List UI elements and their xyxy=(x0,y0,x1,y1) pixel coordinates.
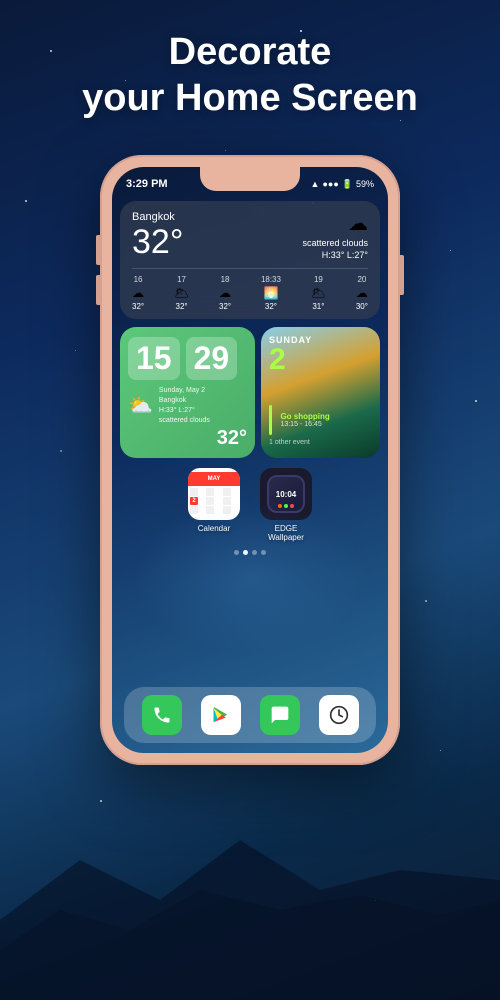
phone-notch xyxy=(200,167,300,191)
messages-svg xyxy=(270,705,290,725)
clock-high-low: H:33° L:27° xyxy=(159,406,247,416)
app-item-edge[interactable]: 10:04 EDGEWallpaper xyxy=(260,468,312,542)
phone-screen: 3:29 PM ▲ ●●● 🔋 59% Bangkok 32° ☁ scatte… xyxy=(112,167,388,753)
dock-phone-icon[interactable] xyxy=(142,695,182,735)
app-icons-row: MAY 2 Calendar xyxy=(120,468,380,542)
clock-info: Sunday, May 2 Bangkok H:33° L:27° scatte… xyxy=(159,386,247,425)
wifi-icon: ▲ xyxy=(311,179,320,189)
calendar-widget: SUNDAY 2 Go shopping 13:15 - 16:45 1 oth… xyxy=(261,327,380,458)
page-dot-2-active xyxy=(243,550,248,555)
calendar-event: Go shopping 13:15 - 16:45 xyxy=(269,405,372,435)
weather-temperature: 32° xyxy=(132,225,183,259)
forecast-item-4: 19 🌥 31° xyxy=(311,275,326,311)
clock-city: Bangkok xyxy=(159,396,247,406)
clock-minute: 29 xyxy=(186,337,238,380)
dock-messages-icon[interactable] xyxy=(260,695,300,735)
mountain-silhouette xyxy=(0,800,500,1000)
forecast-item-2: 18 ☁ 32° xyxy=(219,275,231,311)
battery-icon: 🔋 xyxy=(342,179,353,190)
phone-frame: 3:29 PM ▲ ●●● 🔋 59% Bangkok 32° ☁ scatte… xyxy=(100,155,400,765)
clock-temp-big: 32° xyxy=(128,427,247,450)
playstore-svg xyxy=(211,705,231,725)
weather-city: Bangkok xyxy=(132,211,183,223)
header-title: Decorate your Home Screen xyxy=(0,30,500,121)
header-line1: Decorate xyxy=(0,30,500,76)
calendar-icon-body: 2 xyxy=(188,486,240,516)
dock-clock-icon[interactable] xyxy=(319,695,359,735)
calendar-content: SUNDAY 2 Go shopping 13:15 - 16:45 1 oth… xyxy=(261,327,380,454)
power-button xyxy=(400,255,404,295)
header-line2: your Home Screen xyxy=(0,76,500,122)
forecast-item-1: 17 🌥 32° xyxy=(174,275,189,311)
clock-condition: scattered clouds xyxy=(159,416,247,426)
edge-app-label: EDGEWallpaper xyxy=(268,524,304,542)
weather-high-low: H:33° L:27° xyxy=(302,250,368,260)
calendar-icon-header: MAY xyxy=(188,472,240,486)
volume-down-button xyxy=(96,275,100,305)
weather-left: Bangkok 32° xyxy=(132,211,183,259)
calendar-other-events: 1 other event xyxy=(269,439,372,446)
event-bar xyxy=(269,405,272,435)
weather-forecast: 16 ☁ 32° 17 🌥 32° 18 ☁ 32° 18:33 🌅 xyxy=(132,268,368,311)
forecast-item-3: 18:33 🌅 32° xyxy=(261,275,281,311)
clock-date-line1: Sunday, May 2 xyxy=(159,386,247,396)
forecast-item-5: 20 ☁ 30° xyxy=(356,275,368,311)
clock-cloud-icon: ⛅ xyxy=(128,393,153,418)
forecast-item-0: 16 ☁ 32° xyxy=(132,275,144,311)
edge-watch: 10:04 xyxy=(267,475,305,513)
weather-widget: Bangkok 32° ☁ scattered clouds H:33° L:2… xyxy=(120,201,380,319)
phone-svg xyxy=(152,705,172,725)
widget-row: 15 29 ⛅ Sunday, May 2 Bangkok H:33° L:27… xyxy=(120,327,380,458)
page-dots xyxy=(112,550,388,555)
calendar-date-number: 2 xyxy=(269,345,372,375)
volume-up-button xyxy=(96,235,100,265)
dot-green xyxy=(284,504,288,508)
calendar-app-label: Calendar xyxy=(198,524,230,533)
dock xyxy=(124,687,376,743)
clock-weather-row: ⛅ Sunday, May 2 Bangkok H:33° L:27° scat… xyxy=(128,386,247,425)
page-dot-3 xyxy=(252,550,257,555)
clock-widget: 15 29 ⛅ Sunday, May 2 Bangkok H:33° L:27… xyxy=(120,327,255,458)
weather-condition: scattered clouds xyxy=(302,238,368,248)
edge-app-icon[interactable]: 10:04 xyxy=(260,468,312,520)
status-time: 3:29 PM xyxy=(126,178,168,190)
clock-hour: 15 xyxy=(128,337,180,380)
edge-watch-time: 10:04 xyxy=(276,490,296,499)
edge-dots xyxy=(269,504,303,508)
status-icons: ▲ ●●● 🔋 59% xyxy=(311,179,374,190)
app-item-calendar[interactable]: MAY 2 Calendar xyxy=(188,468,240,542)
signal-icon: ●●● xyxy=(322,179,338,189)
page-dot-1 xyxy=(234,550,239,555)
clock-svg xyxy=(329,705,349,725)
weather-top: Bangkok 32° ☁ scattered clouds H:33° L:2… xyxy=(132,211,368,260)
clock-numbers: 15 29 xyxy=(128,337,247,380)
event-time: 13:15 - 16:45 xyxy=(280,421,329,428)
page-dot-4 xyxy=(261,550,266,555)
event-text: Go shopping 13:15 - 16:45 xyxy=(280,412,329,428)
dock-playstore-icon[interactable] xyxy=(201,695,241,735)
calendar-app-icon[interactable]: MAY 2 xyxy=(188,468,240,520)
dot-red xyxy=(278,504,282,508)
cloud-icon: ☁ xyxy=(302,211,368,236)
dot-orange xyxy=(290,504,294,508)
weather-right: ☁ scattered clouds H:33° L:27° xyxy=(302,211,368,260)
battery-percent: 59% xyxy=(356,179,374,189)
event-title: Go shopping xyxy=(280,412,329,421)
